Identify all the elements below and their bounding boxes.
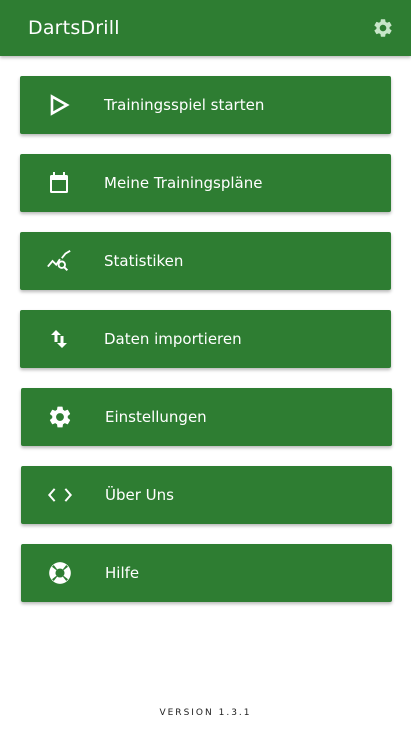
play-icon (46, 93, 72, 117)
help-button[interactable]: Hilfe (21, 544, 392, 602)
my-training-plans-button[interactable]: Meine Trainingspläne (20, 154, 391, 212)
calendar-icon (46, 171, 72, 195)
import-data-button[interactable]: Daten importieren (20, 310, 391, 368)
app-bar: DartsDrill (0, 0, 411, 56)
code-icon (47, 483, 73, 507)
version-label: VERSION 1.3.1 (159, 708, 252, 718)
menu-item-label: Hilfe (105, 564, 140, 582)
settings-menu-button[interactable]: Einstellungen (21, 388, 392, 446)
about-us-button[interactable]: Über Uns (21, 466, 392, 524)
statistics-button[interactable]: Statistiken (20, 232, 391, 290)
lifebuoy-icon (47, 561, 73, 585)
import-arrows-icon (46, 327, 72, 351)
menu-item-label: Über Uns (105, 486, 174, 504)
app-title: DartsDrill (28, 17, 120, 39)
gear-icon (374, 19, 392, 37)
menu-item-label: Daten importieren (104, 330, 242, 348)
start-training-game-button[interactable]: Trainingsspiel starten (20, 76, 391, 134)
gear-icon (47, 405, 73, 429)
menu-item-label: Meine Trainingspläne (104, 174, 263, 192)
app-screen: DartsDrill Trainingsspiel starten Meine … (0, 0, 411, 731)
menu-item-label: Trainingsspiel starten (104, 96, 265, 114)
stats-search-icon (46, 249, 72, 273)
menu-item-label: Einstellungen (105, 408, 207, 426)
menu-item-label: Statistiken (104, 252, 184, 270)
settings-button[interactable] (370, 15, 396, 41)
